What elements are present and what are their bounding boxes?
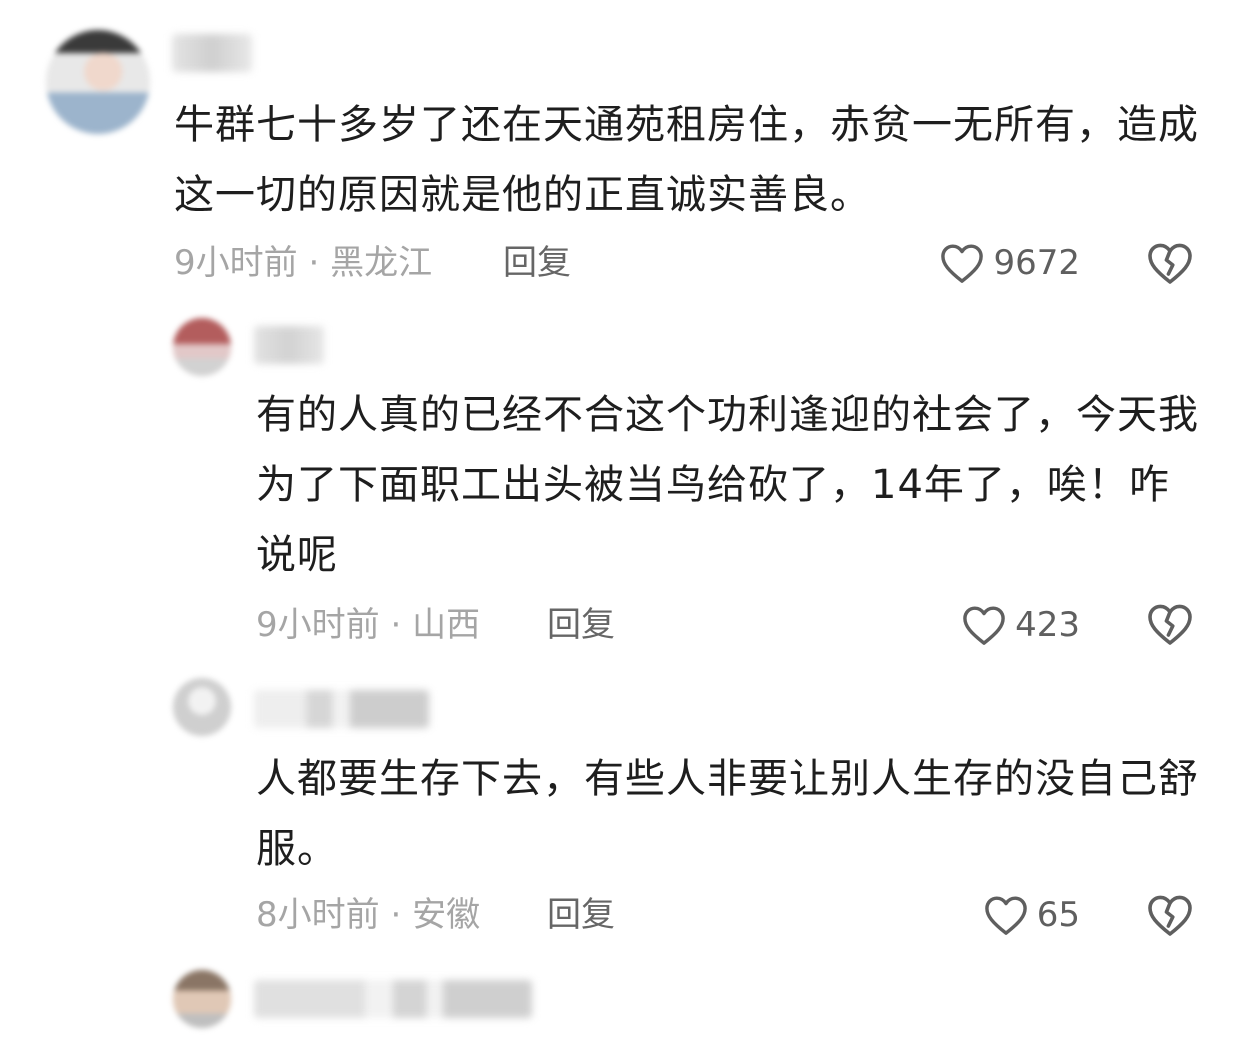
meta-separator: ·	[379, 605, 413, 645]
avatar[interactable]	[46, 30, 150, 134]
comment-text: 牛群七十多岁了还在天通苑租房住，赤贫一无所有，造成这一切的原因就是他的正直诚实善…	[174, 102, 1199, 218]
username-blurred[interactable]	[254, 980, 532, 1018]
comment-location: 黑龙江	[330, 243, 433, 283]
reply-button[interactable]: 回复	[547, 890, 615, 940]
comment-location: 安徽	[412, 895, 481, 935]
comment-time: 9小时前	[174, 243, 298, 283]
like-button[interactable]: 65	[880, 890, 1080, 940]
meta-separator: ·	[297, 243, 331, 283]
meta-separator: ·	[379, 895, 413, 935]
comment-meta: 9小时前 · 黑龙江	[174, 238, 432, 288]
broken-heart-icon[interactable]	[1146, 893, 1194, 937]
comment-thread: 牛群七十多岁了还在天通苑租房住，赤贫一无所有，造成这一切的原因就是他的正直诚实善…	[0, 0, 1242, 1041]
avatar[interactable]	[173, 678, 231, 736]
heart-outline-icon	[984, 896, 1027, 935]
comment-meta: 9小时前 · 山西	[256, 600, 480, 650]
like-button[interactable]: 9672	[880, 238, 1080, 288]
like-count: 423	[1015, 605, 1080, 645]
broken-heart-icon[interactable]	[1146, 602, 1194, 646]
comment-time: 8小时前	[256, 895, 380, 935]
comment-meta: 8小时前 · 安徽	[256, 890, 480, 940]
like-count: 65	[1036, 895, 1080, 935]
username-blurred[interactable]	[254, 690, 429, 728]
avatar[interactable]	[173, 970, 231, 1028]
avatar[interactable]	[173, 318, 231, 376]
comment-text: 有的人真的已经不合这个功利逢迎的社会了，今天我为了下面职工出头被当鸟给砍了，14…	[256, 392, 1199, 578]
reply-button[interactable]: 回复	[547, 600, 615, 650]
heart-outline-icon	[963, 606, 1005, 645]
reply-button[interactable]: 回复	[503, 238, 571, 288]
heart-outline-icon	[941, 244, 984, 283]
broken-heart-icon[interactable]	[1146, 241, 1194, 285]
username-blurred[interactable]	[172, 34, 252, 72]
like-count: 9672	[993, 243, 1080, 283]
comment-location: 山西	[412, 605, 481, 645]
like-button[interactable]: 423	[880, 600, 1080, 650]
username-blurred[interactable]	[254, 326, 324, 364]
comment-text: 人都要生存下去，有些人非要让别人生存的没自己舒服。	[256, 756, 1199, 872]
comment-time: 9小时前	[256, 605, 380, 645]
